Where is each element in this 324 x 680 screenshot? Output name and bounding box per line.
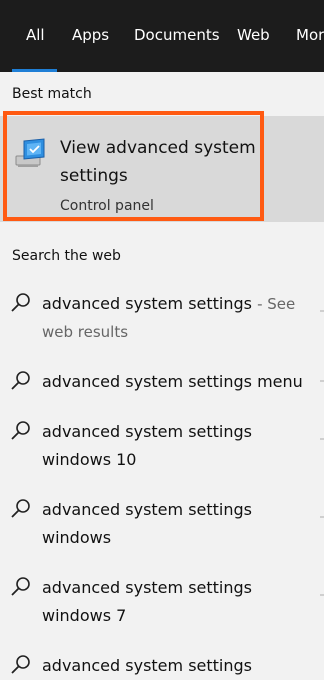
scroll-mark <box>320 516 324 518</box>
tab-documents[interactable]: Documents <box>134 26 220 44</box>
web-result-text: advanced system settings <box>42 656 252 675</box>
web-result-1[interactable]: advanced system settings - See web resul… <box>0 286 324 348</box>
scroll-mark <box>320 310 324 312</box>
best-match-heading: Best match <box>12 86 92 102</box>
web-result-text: advanced system settings windows 10 <box>42 422 252 469</box>
tab-web[interactable]: Web <box>237 26 270 44</box>
tab-all[interactable]: All <box>26 26 45 44</box>
search-tab-bar: All Apps Documents Web More <box>0 0 324 72</box>
tab-more[interactable]: More <box>296 26 324 44</box>
highlight-annotation <box>3 111 264 221</box>
active-tab-indicator <box>12 69 57 72</box>
web-result-2[interactable]: advanced system settings menu <box>0 366 324 402</box>
web-result-5[interactable]: advanced system settings windows 7 <box>0 572 324 634</box>
scroll-mark <box>320 438 324 440</box>
web-result-text: advanced system settings - See web resul… <box>42 294 296 341</box>
web-result-4[interactable]: advanced system settings windows <box>0 494 324 556</box>
web-result-6[interactable]: advanced system settings <box>0 650 324 675</box>
search-icon <box>11 421 30 440</box>
tab-apps[interactable]: Apps <box>72 26 109 44</box>
search-the-web-heading: Search the web <box>12 248 121 264</box>
search-icon <box>11 293 30 312</box>
web-result-text: advanced system settings menu <box>42 372 303 391</box>
web-result-text: advanced system settings windows <box>42 500 252 547</box>
search-icon <box>11 499 30 518</box>
web-result-text: advanced system settings windows 7 <box>42 578 252 625</box>
scroll-mark <box>320 380 324 382</box>
search-icon <box>11 655 30 674</box>
web-result-3[interactable]: advanced system settings windows 10 <box>0 416 324 478</box>
search-icon <box>11 577 30 596</box>
scroll-mark <box>320 594 324 596</box>
search-icon <box>11 371 30 390</box>
